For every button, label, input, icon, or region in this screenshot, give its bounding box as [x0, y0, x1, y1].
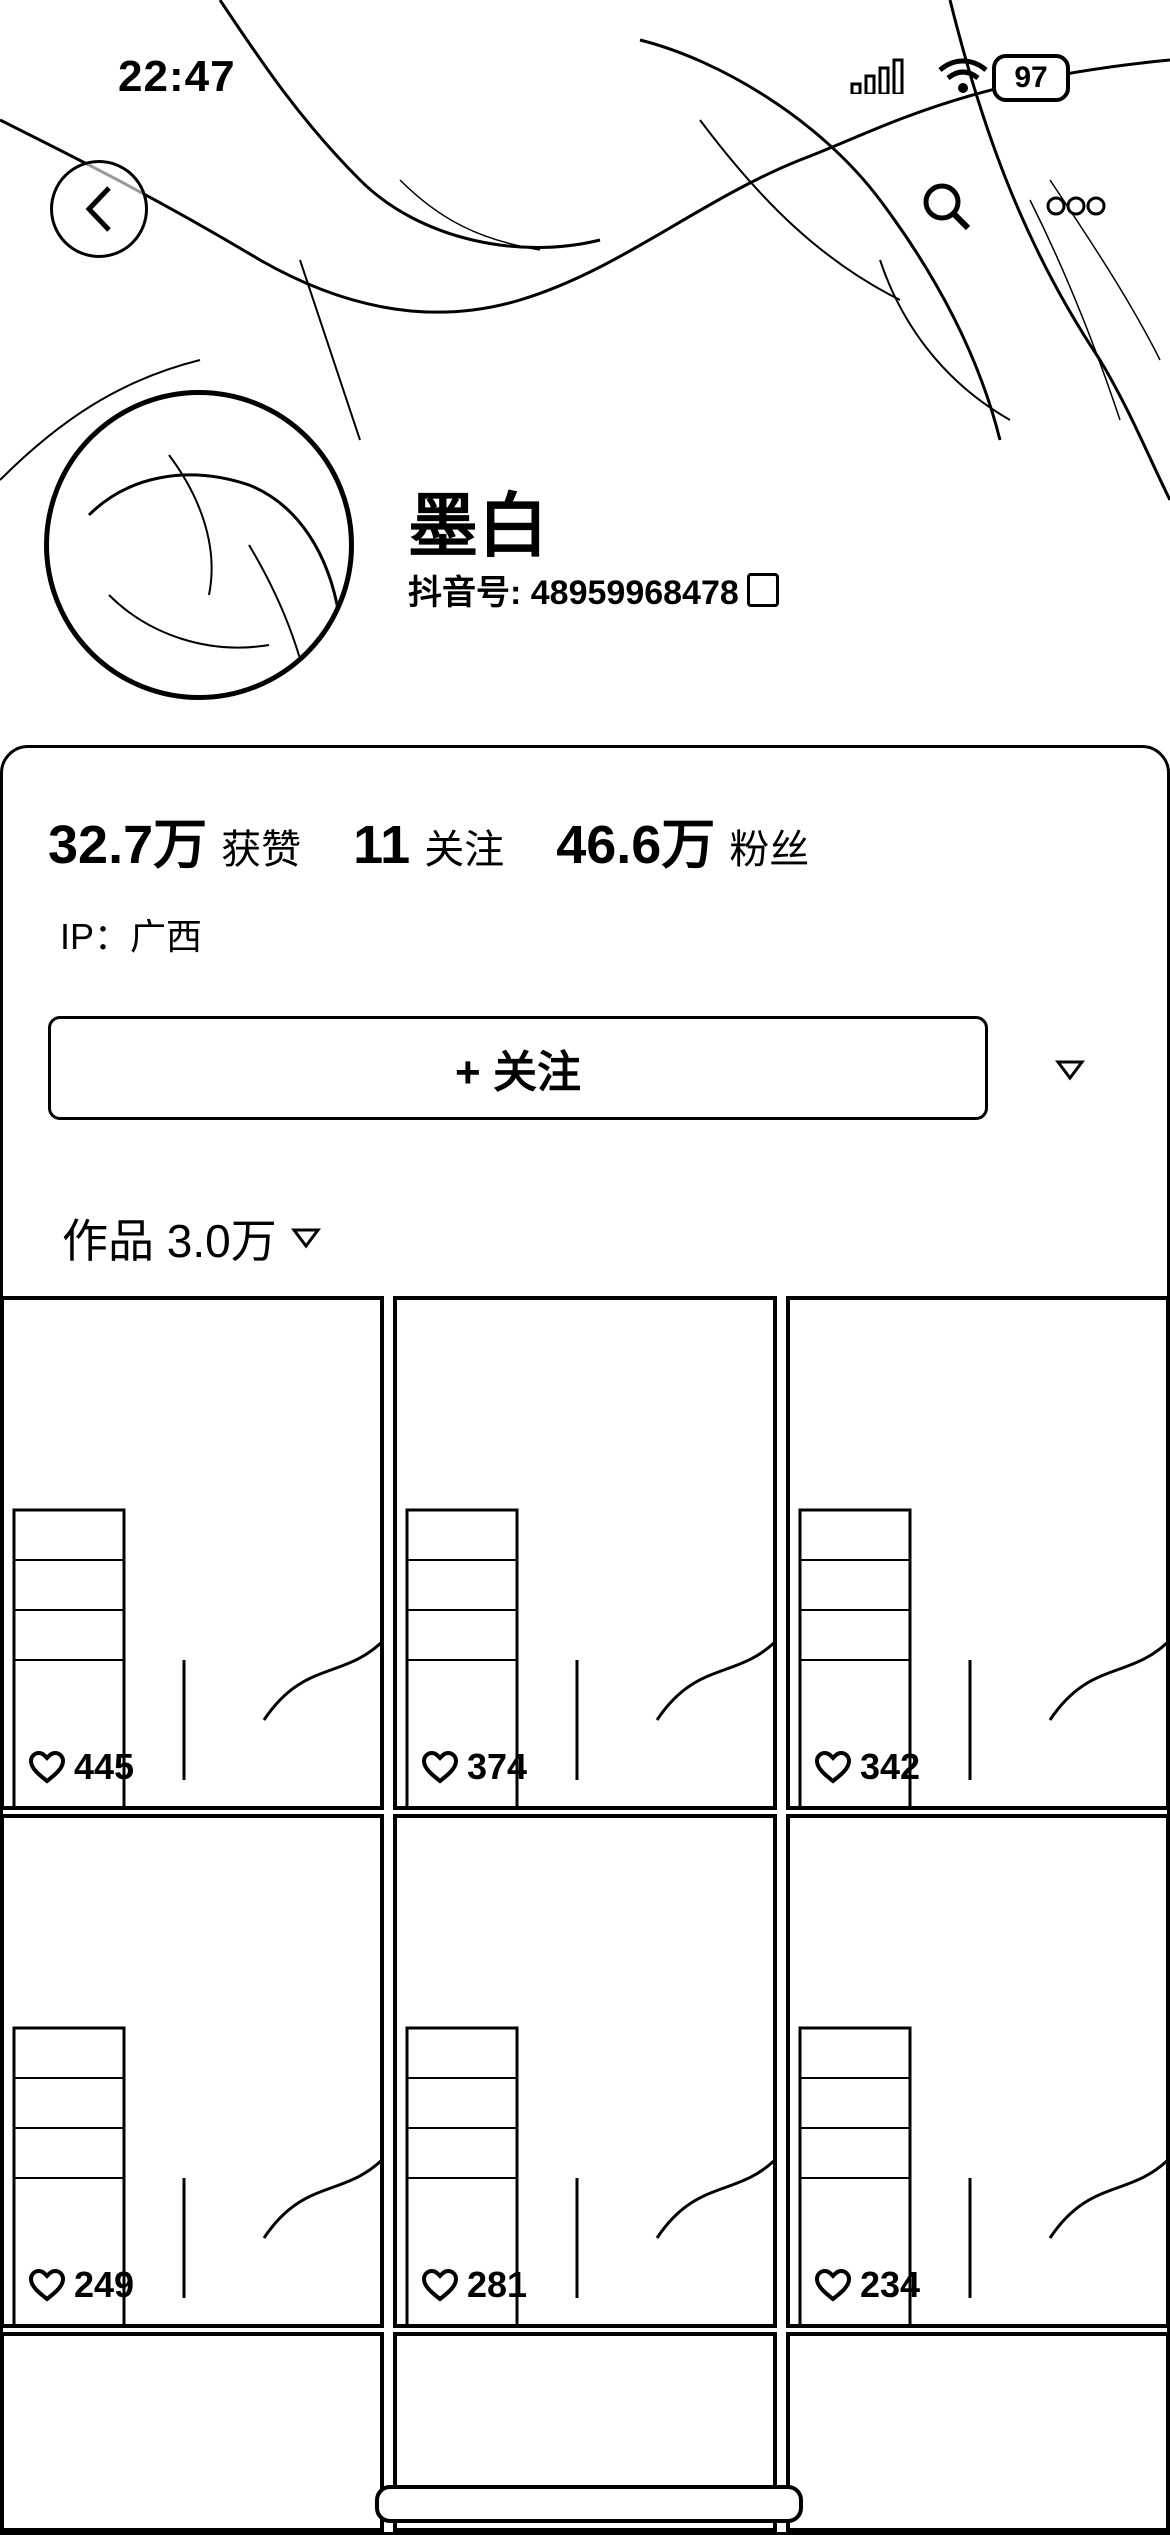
stat-likes-label: 获赞	[221, 828, 302, 872]
ip-location: IP：广西	[60, 916, 203, 957]
video-thumbnail[interactable]	[0, 2332, 384, 2532]
stat-following-number: 11	[353, 815, 411, 875]
like-count-text: 374	[467, 1746, 528, 1787]
avatar[interactable]	[44, 390, 354, 700]
building-thumbnail-image	[405, 2026, 773, 2324]
heart-icon	[814, 2268, 852, 2302]
stat-following-label: 关注	[424, 828, 505, 872]
copy-icon[interactable]	[746, 572, 779, 607]
profile-name: 墨白	[408, 487, 548, 565]
heart-icon	[28, 2268, 66, 2302]
like-count: 445	[28, 1746, 134, 1788]
search-icon	[923, 183, 971, 231]
stat-likes-number: 32.7万	[48, 815, 208, 875]
battery-indicator: 97	[992, 54, 1070, 102]
like-count: 234	[814, 2264, 920, 2306]
like-count: 374	[421, 1746, 527, 1788]
building-thumbnail-image	[798, 2026, 1166, 2324]
avatar-image	[87, 454, 341, 695]
like-count: 342	[814, 1746, 920, 1788]
stats-row: 32.7万 获赞 11 关注 46.6万 粉丝	[48, 800, 861, 879]
works-label: 作品 3.0万	[62, 1215, 277, 1267]
video-thumbnail[interactable]	[786, 2332, 1170, 2532]
stat-following[interactable]: 11 关注	[353, 814, 504, 876]
like-count-text: 249	[74, 2264, 135, 2305]
douyin-id: 抖音号: 48959968478	[408, 565, 779, 614]
wifi-icon	[938, 58, 988, 93]
like-count-text: 445	[74, 1746, 135, 1787]
search-button[interactable]	[900, 160, 992, 252]
more-dots-icon	[1046, 196, 1106, 216]
building-thumbnail-image	[12, 2026, 380, 2324]
like-count-text: 281	[467, 2264, 528, 2305]
works-tab[interactable]: 作品 3.0万	[62, 1205, 321, 1271]
cellular-signal-icon	[850, 58, 904, 94]
stat-followers-number: 46.6万	[556, 815, 716, 875]
stat-likes[interactable]: 32.7万 获赞	[48, 800, 301, 879]
back-button[interactable]	[50, 160, 148, 258]
heart-icon	[28, 1750, 66, 1784]
triangle-down-icon	[1055, 1060, 1085, 1081]
douyin-id-text: 抖音号: 48959968478	[408, 574, 739, 612]
building-thumbnail-image	[12, 1508, 380, 1806]
heart-icon	[421, 1750, 459, 1784]
triangle-down-icon	[290, 1228, 321, 1249]
follow-button[interactable]: + 关注	[48, 1016, 988, 1120]
video-thumbnail[interactable]: 374	[393, 1296, 777, 1810]
more-actions-button[interactable]	[1040, 1040, 1100, 1100]
status-bar: 22:47 97	[0, 48, 1170, 108]
more-button[interactable]	[1030, 160, 1122, 252]
status-time: 22:47	[118, 52, 236, 101]
video-thumbnail[interactable]: 249	[0, 1814, 384, 2328]
video-thumbnail[interactable]: 342	[786, 1296, 1170, 1810]
stat-followers-label: 粉丝	[729, 828, 810, 872]
like-count-text: 234	[860, 2264, 921, 2305]
building-thumbnail-image	[405, 1508, 773, 1806]
home-indicator[interactable]	[375, 2485, 803, 2523]
stat-followers[interactable]: 46.6万 粉丝	[556, 800, 809, 879]
video-thumbnail[interactable]: 281	[393, 1814, 777, 2328]
like-count-text: 342	[860, 1746, 921, 1787]
like-count: 249	[28, 2264, 134, 2306]
chevron-left-icon	[85, 186, 111, 232]
heart-icon	[421, 2268, 459, 2302]
heart-icon	[814, 1750, 852, 1784]
video-thumbnail[interactable]: 234	[786, 1814, 1170, 2328]
like-count: 281	[421, 2264, 527, 2306]
video-thumbnail[interactable]: 445	[0, 1296, 384, 1810]
building-thumbnail-image	[798, 1508, 1166, 1806]
